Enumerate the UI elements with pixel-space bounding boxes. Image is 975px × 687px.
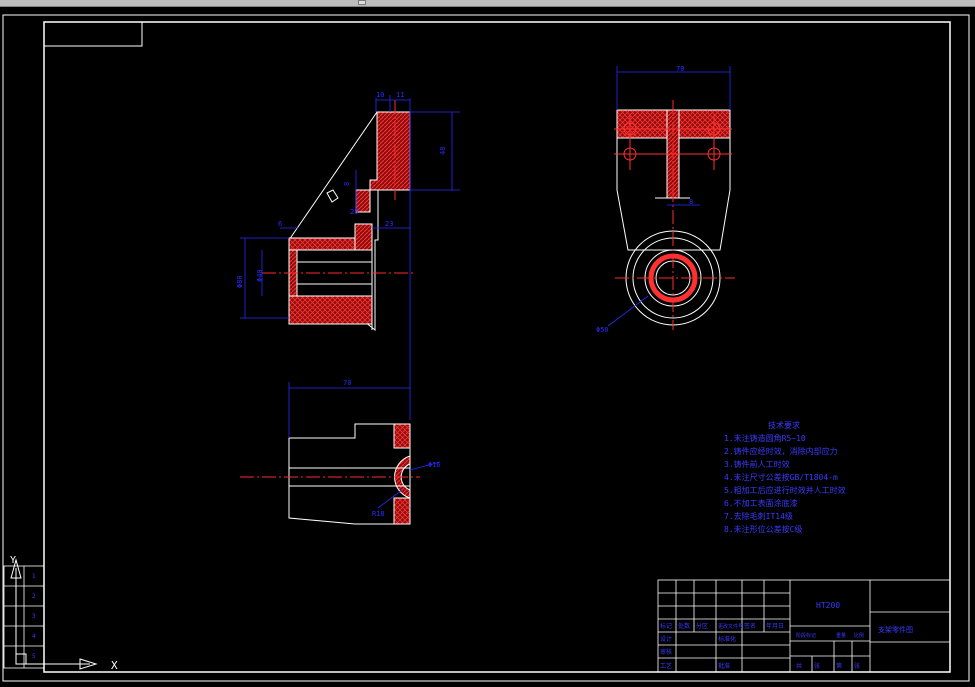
dim-48: 48 <box>439 147 447 155</box>
dim-8-side: 8 <box>689 198 693 206</box>
dim-phi50: Φ50 <box>596 326 609 334</box>
toolbar-scroll-handle[interactable] <box>358 0 366 5</box>
tb-label-10: 批准 <box>718 662 730 670</box>
left-row-1: 1 <box>32 573 36 580</box>
side-view: 70 8 Φ50 <box>596 65 735 334</box>
tb-label-11: 阶段标记 <box>796 632 816 639</box>
tb-label-8: 审核 <box>660 648 672 656</box>
tb-label-14: 共 <box>796 662 802 670</box>
tb-label-9: 工艺 <box>660 662 672 670</box>
dim-r18: R18 <box>372 510 385 518</box>
part-name-text: 支架零件图 <box>878 625 913 634</box>
tb-label-12: 重量 <box>836 632 846 639</box>
tb-label-2: 分区 <box>696 622 708 630</box>
tb-label-13: 比例 <box>854 632 864 639</box>
dim-10: 10 <box>376 91 384 99</box>
material-text: HT200 <box>816 601 840 610</box>
tb-label-5: 年月日 <box>766 622 784 630</box>
tech-note-6: 6.不加工表面涂底漆 <box>724 498 798 508</box>
tb-label-1: 处数 <box>678 622 690 630</box>
left-row-4: 4 <box>32 633 36 640</box>
tech-note-8: 8.未注形位公差按C级 <box>724 524 802 534</box>
tech-notes-title: 技术要求 <box>768 420 800 430</box>
tech-notes: 技术要求 1.未注铸造圆角R5~10 2.铸件应经时效，消除内部应力 3.铸件前… <box>724 420 846 534</box>
tb-label-6: 设计 <box>660 635 672 643</box>
dim-23: 23 <box>385 220 393 228</box>
drawing-canvas[interactable]: 10 11 48 8 23 25 6 Φ80 Φ40 70 8 Φ50 70 Φ… <box>0 6 975 687</box>
dim-phi80: Φ80 <box>236 275 244 288</box>
tech-note-2: 2.铸件应经时效，消除内部应力 <box>724 446 838 456</box>
tech-note-1: 1.未注铸造圆角R5~10 <box>724 433 806 443</box>
top-view: 70 Φ16 R18 <box>240 379 441 525</box>
tb-label-3: 更改文件号 <box>718 623 743 630</box>
dim-6: 6 <box>278 220 282 228</box>
tb-label-15: 张 <box>814 662 820 670</box>
front-section-view: 10 11 48 8 23 25 6 Φ80 Φ40 <box>236 91 460 420</box>
tech-note-7: 7.去除毛刺IT14级 <box>724 511 793 521</box>
tb-label-16: 第 <box>836 662 842 670</box>
tech-note-5: 5.粗加工后应进行时效并人工时效 <box>724 485 846 495</box>
dim-25: 25 <box>350 208 358 216</box>
dim-8: 8 <box>343 182 351 186</box>
tech-note-4: 4.未注尺寸公差按GB/T1804-m <box>724 472 838 482</box>
dim-phi40: Φ40 <box>256 269 264 282</box>
tb-label-0: 标记 <box>660 622 672 630</box>
left-revision-table <box>3 565 45 669</box>
dim-70-side: 70 <box>676 65 684 73</box>
tb-label-17: 张 <box>854 662 860 670</box>
title-block-text: HT200 支架零件图 标记 处数 分区 更改文件号 签名 年月日 设计 标准化… <box>660 601 913 670</box>
left-row-3: 3 <box>32 613 36 620</box>
dim-70-top: 70 <box>343 379 351 387</box>
left-row-5: 5 <box>32 653 36 660</box>
tb-label-4: 签名 <box>744 622 756 630</box>
tech-note-3: 3.铸件前人工时效 <box>724 459 790 469</box>
dim-phi16: Φ16 <box>428 461 441 469</box>
dim-11: 11 <box>396 91 404 99</box>
drawing-frame <box>2 14 970 682</box>
ucs-x-label: X <box>111 659 118 672</box>
tb-label-7: 标准化 <box>718 635 736 643</box>
ucs-y-label: Y <box>10 555 16 566</box>
left-row-2: 2 <box>32 593 36 600</box>
